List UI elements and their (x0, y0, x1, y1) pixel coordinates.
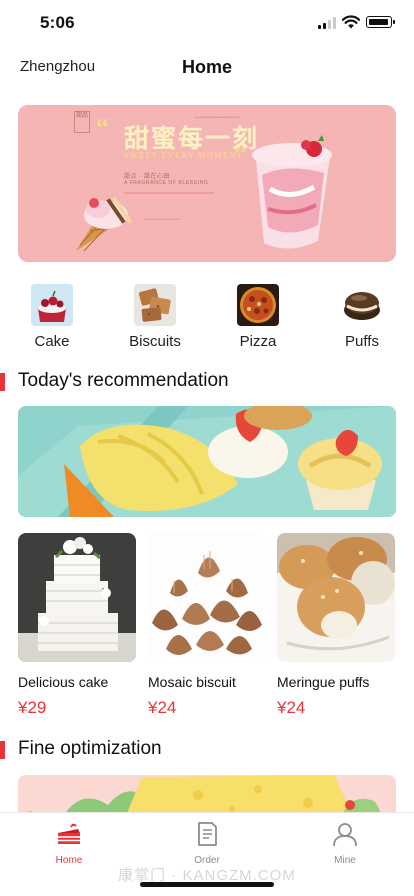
category-row: Cake Biscuits Pizza Puffs (0, 284, 414, 354)
recommendation-banner[interactable] (18, 406, 396, 517)
promo-banner[interactable]: 甜品 ﹏﹏﹏﹏﹏ ﹏﹏﹏﹏ “ ” 甜蜜每一刻 SWEET EVERY MOME… (18, 105, 396, 262)
home-cake-icon (56, 821, 82, 847)
section-header-recommendation: Today's recommendation (0, 370, 414, 394)
category-biscuits[interactable]: Biscuits (115, 284, 195, 350)
section-accent-bar (0, 741, 5, 759)
product-card-cake[interactable]: Delicious cake ¥29 (18, 533, 136, 718)
category-label: Biscuits (129, 333, 181, 350)
person-icon (332, 821, 358, 847)
puffs-icon (341, 284, 383, 326)
category-label: Cake (34, 333, 70, 350)
wifi-icon (342, 15, 360, 29)
product-price: ¥29 (18, 698, 47, 717)
pizza-icon (237, 284, 279, 326)
category-cake[interactable]: Cake (12, 284, 92, 350)
category-puffs[interactable]: Puffs (322, 284, 402, 350)
product-price: ¥24 (277, 698, 306, 717)
product-price: ¥24 (148, 698, 177, 717)
product-card-puffs[interactable]: Meringue puffs ¥24 (277, 533, 395, 718)
nav-bar: Zhengzhou Home (0, 44, 414, 90)
biscuits-icon (134, 284, 176, 326)
cellular-signal-icon (318, 17, 338, 29)
category-label: Puffs (345, 333, 379, 350)
product-card-biscuit[interactable]: Mosaic biscuit ¥24 (148, 533, 266, 718)
product-name: Delicious cake (18, 674, 109, 690)
product-image-biscuit (148, 533, 266, 662)
tab-mine[interactable]: Mine (305, 821, 385, 866)
section-title: Fine optimization (18, 738, 162, 759)
banner-illustration (76, 135, 332, 252)
category-label: Pizza (239, 333, 277, 350)
category-pizza[interactable]: Pizza (218, 284, 298, 350)
recommendation-illustration (18, 406, 396, 517)
section-title: Today's recommendation (18, 370, 229, 391)
product-image-cake (18, 533, 136, 662)
battery-icon (366, 16, 395, 28)
section-header-fine: Fine optimization (0, 738, 414, 762)
tab-home[interactable]: Home (29, 821, 109, 866)
product-name: Mosaic biscuit (148, 674, 236, 690)
page-title: Home (181, 57, 232, 77)
product-image-puffs (277, 533, 395, 662)
home-indicator[interactable] (140, 882, 274, 887)
status-time: 5:06 (40, 13, 75, 32)
tab-order[interactable]: Order (167, 821, 247, 866)
product-name: Meringue puffs (277, 674, 370, 690)
cake-icon (31, 284, 73, 326)
order-document-icon (194, 821, 220, 847)
status-bar: 5:06 (0, 0, 414, 44)
section-accent-bar (0, 373, 5, 391)
